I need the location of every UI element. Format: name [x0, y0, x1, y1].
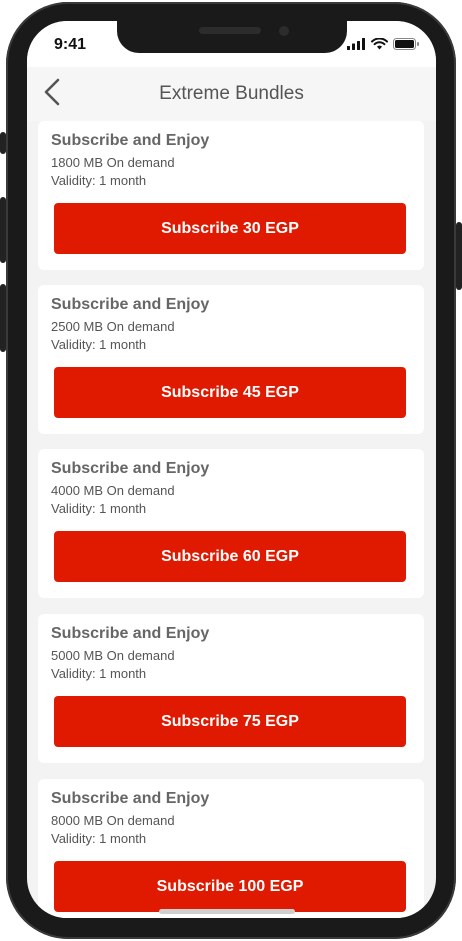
bundle-card: Subscribe and Enjoy 2500 MB On demand Va… [38, 285, 424, 434]
power-button [456, 222, 462, 290]
bundle-validity: Validity: 1 month [51, 337, 147, 352]
bundle-title: Subscribe and Enjoy [51, 296, 210, 313]
page-title: Extreme Bundles [159, 83, 304, 104]
subscribe-button[interactable]: Subscribe 100 EGP [54, 861, 406, 912]
bundle-title: Subscribe and Enjoy [51, 625, 210, 642]
bundle-validity: Validity: 1 month [51, 173, 147, 188]
subscribe-button[interactable]: Subscribe 45 EGP [54, 367, 406, 418]
wifi-icon [371, 37, 388, 55]
subscribe-button[interactable]: Subscribe 60 EGP [54, 531, 406, 582]
bundle-card: Subscribe and Enjoy 1800 MB On demand Va… [38, 121, 424, 270]
silent-switch [0, 132, 6, 154]
bundle-title: Subscribe and Enjoy [51, 790, 210, 807]
app-header: Extreme Bundles [27, 67, 436, 121]
home-indicator [159, 909, 295, 914]
status-time: 9:41 [54, 36, 87, 53]
bundle-title: Subscribe and Enjoy [51, 460, 210, 477]
bundle-data: 1800 MB On demand [51, 155, 175, 170]
bundle-data: 2500 MB On demand [51, 319, 175, 334]
bundle-validity: Validity: 1 month [51, 666, 147, 681]
signal-icon [347, 37, 366, 55]
bundle-data: 8000 MB On demand [51, 813, 175, 828]
phone-screen: 9:41 Extreme Bundles Subscribe and Enjoy… [27, 21, 436, 918]
battery-icon [393, 37, 420, 55]
speaker-grille [199, 27, 261, 34]
bundle-validity: Validity: 1 month [51, 501, 147, 516]
subscribe-button[interactable]: Subscribe 75 EGP [54, 696, 406, 747]
bundle-data: 5000 MB On demand [51, 648, 175, 663]
bundle-title: Subscribe and Enjoy [51, 132, 210, 149]
bundle-card: Subscribe and Enjoy 4000 MB On demand Va… [38, 449, 424, 598]
bundle-validity: Validity: 1 month [51, 831, 147, 846]
notch [117, 21, 347, 53]
bundle-card: Subscribe and Enjoy 5000 MB On demand Va… [38, 614, 424, 763]
status-icons [347, 37, 420, 55]
volume-down-button [0, 284, 6, 352]
volume-up-button [0, 197, 6, 263]
bundle-data: 4000 MB On demand [51, 483, 175, 498]
front-camera [279, 26, 289, 36]
subscribe-button[interactable]: Subscribe 30 EGP [54, 203, 406, 254]
bundle-card: Subscribe and Enjoy 8000 MB On demand Va… [38, 779, 424, 918]
